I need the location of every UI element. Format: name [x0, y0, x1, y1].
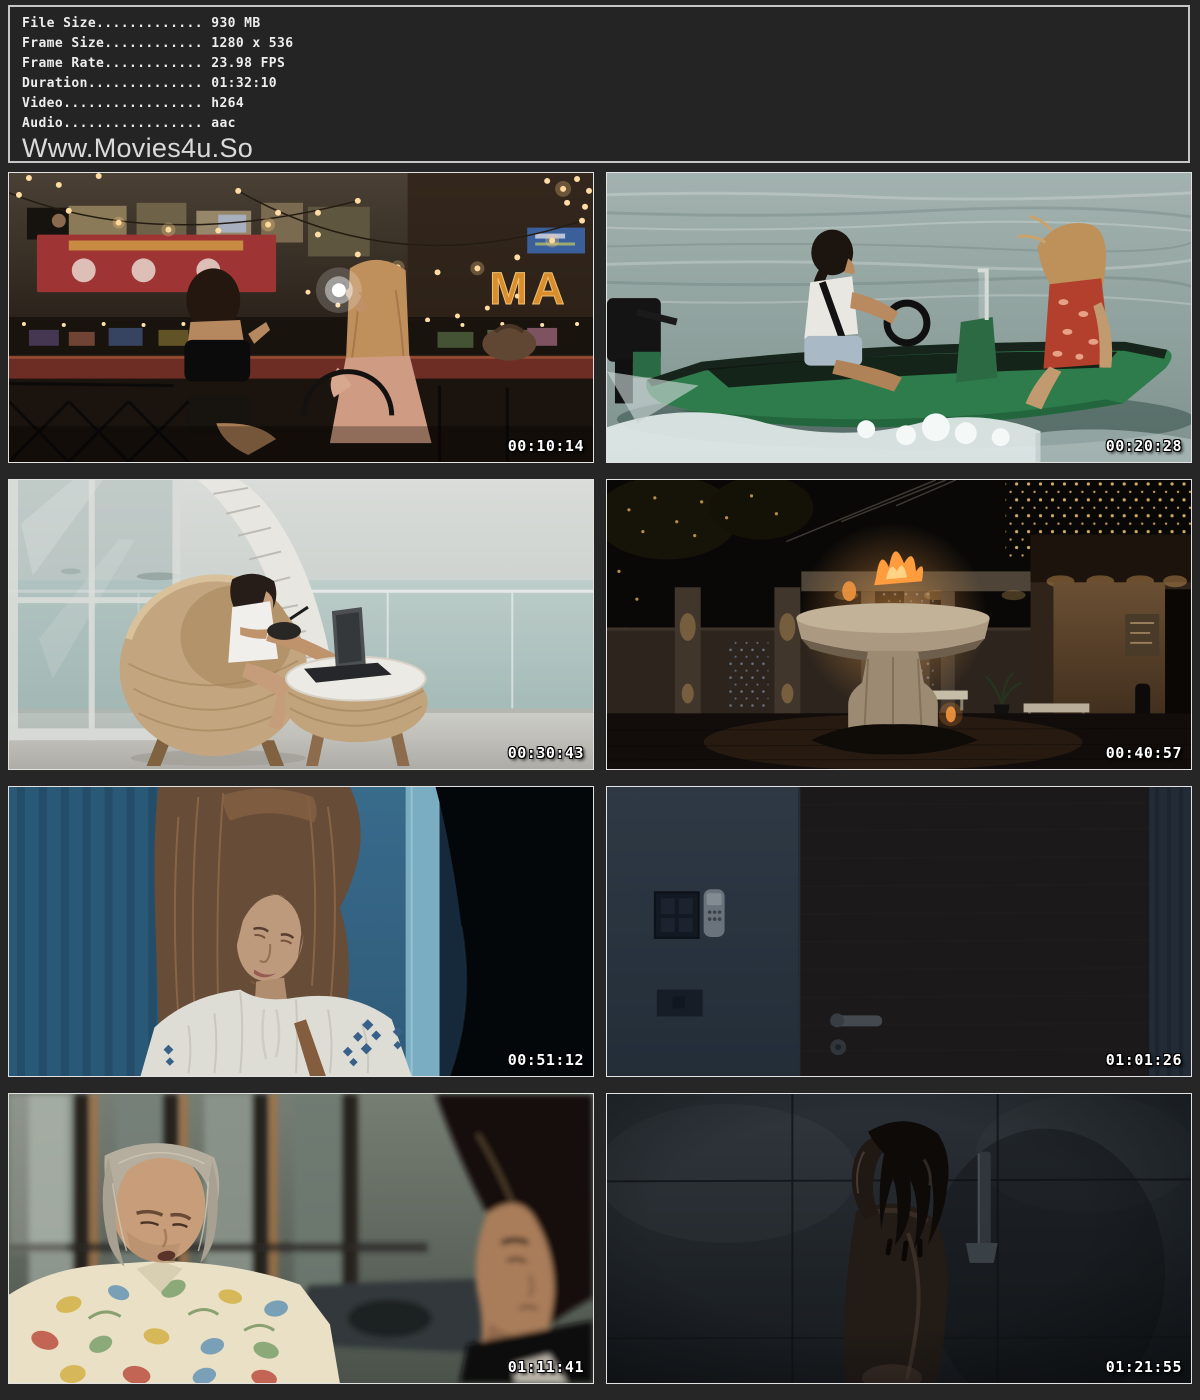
timestamp: 00:20:28 — [1106, 437, 1182, 455]
night-market-image: MA — [9, 173, 593, 462]
info-line-video: Video................. h264 — [22, 94, 1188, 114]
info-line-audio: Audio................. aac — [22, 114, 1188, 134]
info-line-duration: Duration.............. 01:32:10 — [22, 74, 1188, 94]
timestamp: 01:21:55 — [1106, 1358, 1182, 1376]
thumbnail-night-market: MA — [8, 172, 594, 463]
info-line-file-size: File Size............. 930 MB — [22, 14, 1188, 34]
timestamp: 00:40:57 — [1106, 744, 1182, 762]
timestamp: 01:11:41 — [508, 1358, 584, 1376]
timestamp: 00:30:43 — [508, 744, 584, 762]
woman-blouse-image — [9, 787, 593, 1076]
fire-courtyard-image — [607, 480, 1191, 769]
info-line-frame-rate: Frame Rate............ 23.98 FPS — [22, 54, 1188, 74]
balcony-image — [9, 480, 593, 769]
green-boat-image — [607, 173, 1191, 462]
thumbnail-dark-door: 01:01:26 — [606, 786, 1192, 1077]
thumbnail-shower: 01:21:55 — [606, 1093, 1192, 1384]
thumbnail-fire-courtyard: 00:40:57 — [606, 479, 1192, 770]
dark-door-image — [607, 787, 1191, 1076]
marquee-sign-text: MA — [489, 263, 568, 314]
timestamp: 00:10:14 — [508, 437, 584, 455]
thumbnail-woman-blouse: 00:51:12 — [8, 786, 594, 1077]
info-line-frame-size: Frame Size............ 1280 x 536 — [22, 34, 1188, 54]
watermark-text: Www.Movies4u.So — [22, 134, 1188, 163]
thumbnail-two-men: 01:11:41 — [8, 1093, 594, 1384]
thumbnail-green-boat: 00:20:28 — [606, 172, 1192, 463]
thumbnail-grid: MA — [8, 172, 1192, 1384]
shower-image — [607, 1094, 1191, 1383]
timestamp: 00:51:12 — [508, 1051, 584, 1069]
media-info-panel: File Size............. 930 MB Frame Size… — [8, 5, 1190, 163]
thumbnail-balcony-laptop: 00:30:43 — [8, 479, 594, 770]
two-men-image — [9, 1094, 593, 1383]
timestamp: 01:01:26 — [1106, 1051, 1182, 1069]
